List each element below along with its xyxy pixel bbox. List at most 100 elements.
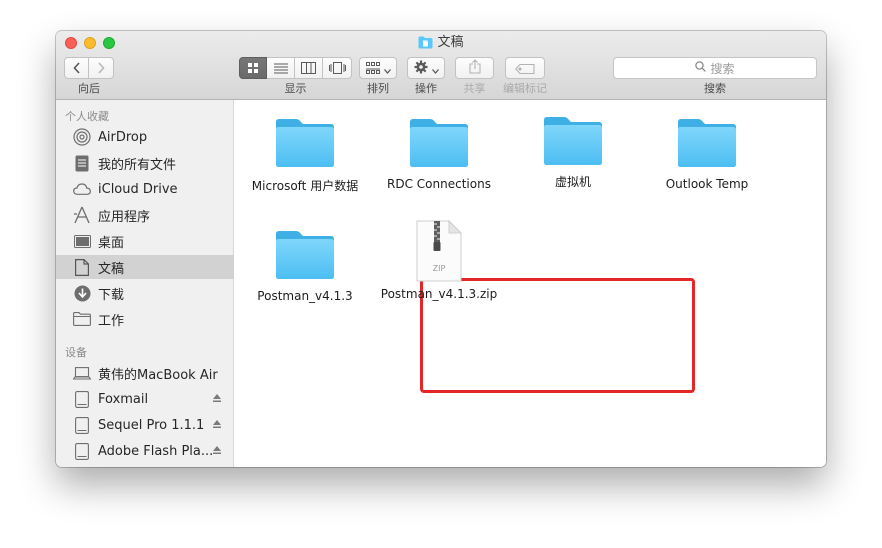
sidebar-item-documents[interactable]: 文稿 [56,255,234,279]
title-bar: 文稿 向后 显示 排列 操作 共享 编辑标记 搜索 搜索 [56,31,826,100]
applications-icon [73,206,91,224]
folder-icon [408,157,470,171]
disk-icon [73,390,91,408]
file-item[interactable]: 虚拟机 [506,114,640,190]
sidebar-item-label: 文稿 [98,261,125,277]
devices-header: 设备 [65,346,87,359]
columns-icon [301,59,316,78]
tag-icon [515,59,535,78]
share-button[interactable] [455,57,494,79]
sidebar-item-label: 下载 [98,287,125,303]
grid-icon [247,59,259,78]
chevron-right-icon [97,59,105,78]
sidebar: 个人收藏 AirDrop 我的所有文件 iCloud Drive 应用程序 桌面… [56,100,234,467]
zip-archive-icon: ZIP [415,219,463,285]
file-item[interactable]: Outlook Temp [640,116,774,191]
sidebar-item-label: 工作 [98,313,125,329]
arrange-label: 排列 [367,82,389,95]
file-item[interactable]: RDC Connections [372,116,506,191]
chevron-down-icon [383,59,391,78]
favorites-header: 个人收藏 [65,110,109,123]
chevron-left-icon [72,59,81,78]
back-button[interactable] [64,57,89,79]
sidebar-item-adobe-flash[interactable]: Adobe Flash Pla... [56,439,234,463]
sidebar-item-applications[interactable]: 应用程序 [56,203,234,227]
desktop-icon [73,232,91,250]
chevron-down-icon [431,59,439,78]
folder-icon [274,269,336,283]
sidebar-item-airdrop[interactable]: AirDrop [56,125,234,149]
share-icon [468,58,481,78]
folder-icon [73,310,91,328]
sidebar-item-label: Sequel Pro 1.1.1 [98,417,205,433]
file-name: Postman_v4.1.3 [257,289,353,303]
sidebar-item-foxmail[interactable]: Foxmail [56,387,234,411]
finder-window: 文稿 向后 显示 排列 操作 共享 编辑标记 搜索 搜索 个人收藏 AirDro… [56,31,826,467]
file-browser: Microsoft 用户数据 RDC Connections 虚拟机 Outlo… [234,100,826,467]
window-title: 文稿 [56,34,826,55]
forward-button[interactable] [89,57,114,79]
cloud-icon [73,180,91,198]
search-placeholder: 搜索 [710,61,735,76]
file-item[interactable]: ZIP Postman_v4.1.3.zip [372,219,506,301]
sidebar-item-downloads[interactable]: 下载 [56,281,234,305]
edit-tags-label: 编辑标记 [503,82,547,95]
sidebar-item-label: 桌面 [98,235,125,251]
search-field[interactable]: 搜索 [613,57,817,79]
sidebar-item-label: 我的所有文件 [98,157,177,173]
sidebar-item-sequel-pro[interactable]: Sequel Pro 1.1.1 [56,413,234,437]
sidebar-item-desktop[interactable]: 桌面 [56,229,234,253]
folder-icon [542,155,604,169]
documents-icon [73,258,91,276]
file-name: Postman_v4.1.3.zip [380,287,498,301]
disk-icon [73,416,91,434]
eject-icon[interactable] [212,392,222,407]
action-label: 操作 [415,82,437,95]
file-item[interactable]: Microsoft 用户数据 [238,116,372,194]
sidebar-item-label: 应用程序 [98,209,151,225]
view-mode-control [239,57,352,79]
gear-icon [414,59,428,78]
folder-icon [274,157,336,171]
file-name: Outlook Temp [665,177,749,191]
sidebar-item-icloud-drive[interactable]: iCloud Drive [56,177,234,201]
list-icon [273,59,288,78]
gallery-view-button[interactable] [323,57,352,79]
disk-icon [73,442,91,460]
zip-badge: ZIP [433,264,446,273]
documents-folder-icon [418,36,433,55]
view-label: 显示 [284,82,307,95]
nav-buttons [64,57,114,79]
column-view-button[interactable] [295,57,323,79]
sidebar-item-work[interactable]: 工作 [56,307,234,331]
share-label: 共享 [463,82,486,95]
laptop-icon [73,364,91,382]
download-icon [73,284,91,302]
sidebar-item-label: Adobe Flash Pla... [98,443,214,459]
list-view-button[interactable] [267,57,295,79]
action-button[interactable] [407,57,445,79]
airdrop-icon [73,128,91,146]
icon-view-button[interactable] [239,57,267,79]
coverflow-icon [328,59,346,78]
window-title-text: 文稿 [437,35,464,50]
file-name: 虚拟机 [554,175,591,189]
sidebar-item-label: AirDrop [98,129,148,145]
back-label: 向后 [78,82,100,95]
file-name: Microsoft 用户数据 [251,179,359,193]
sidebar-item-macbook[interactable]: 黄伟的MacBook Air [56,361,234,385]
sidebar-item-label: 黄伟的MacBook Air [98,367,218,383]
arrange-icon [365,59,380,78]
eject-icon[interactable] [212,444,222,459]
search-icon [695,61,707,75]
sidebar-item-label: Foxmail [98,391,149,407]
sidebar-item-all-files[interactable]: 我的所有文件 [56,151,234,175]
file-item[interactable]: Postman_v4.1.3 [238,228,372,303]
search-label: 搜索 [704,82,726,95]
eject-icon[interactable] [212,418,222,433]
folder-icon [676,157,738,171]
edit-tags-button[interactable] [505,57,545,79]
arrange-button[interactable] [359,57,397,79]
file-name: RDC Connections [387,177,491,191]
all-files-icon [73,154,91,172]
